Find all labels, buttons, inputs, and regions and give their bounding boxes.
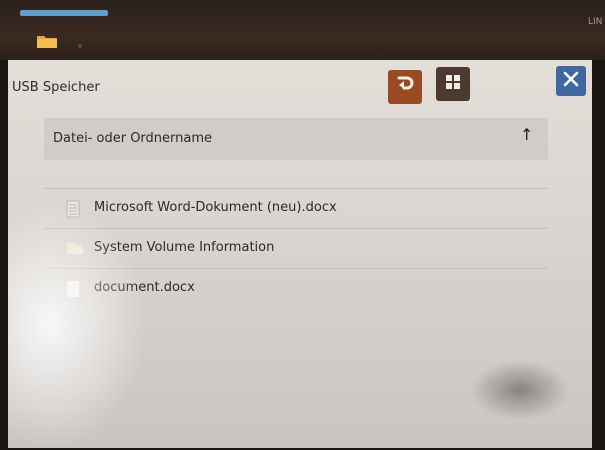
sort-arrow-up-icon[interactable]: ↑ [520, 125, 533, 144]
folder-icon[interactable] [36, 33, 58, 49]
file-name: document.docx [94, 280, 195, 295]
close-icon [563, 71, 579, 91]
active-tab-indicator [20, 10, 108, 16]
file-name: Microsoft Word-Dokument (neu).docx [94, 200, 337, 215]
file-name: System Volume Information [94, 240, 275, 255]
file-row[interactable]: Microsoft Word-Dokument (neu).docx [44, 188, 548, 228]
close-button[interactable] [556, 66, 586, 96]
file-row[interactable]: System Volume Information [44, 228, 548, 268]
folder-up-icon [395, 75, 415, 99]
document-icon [66, 200, 80, 218]
file-list: Microsoft Word-Dokument (neu).docx Syste… [44, 188, 548, 309]
page-title: USB Speicher [12, 80, 100, 95]
corner-label: LIN [588, 17, 603, 27]
column-header-name: Datei- oder Ordnername [53, 131, 213, 146]
folder-icon [66, 240, 83, 258]
document-icon [66, 280, 80, 298]
grid-view-button[interactable] [436, 67, 470, 101]
page-dot-indicator [78, 44, 82, 48]
file-row[interactable]: document.docx [44, 268, 548, 309]
grid-view-icon [445, 74, 461, 94]
folder-up-button[interactable] [388, 70, 422, 104]
top-bar: LIN [0, 0, 605, 60]
